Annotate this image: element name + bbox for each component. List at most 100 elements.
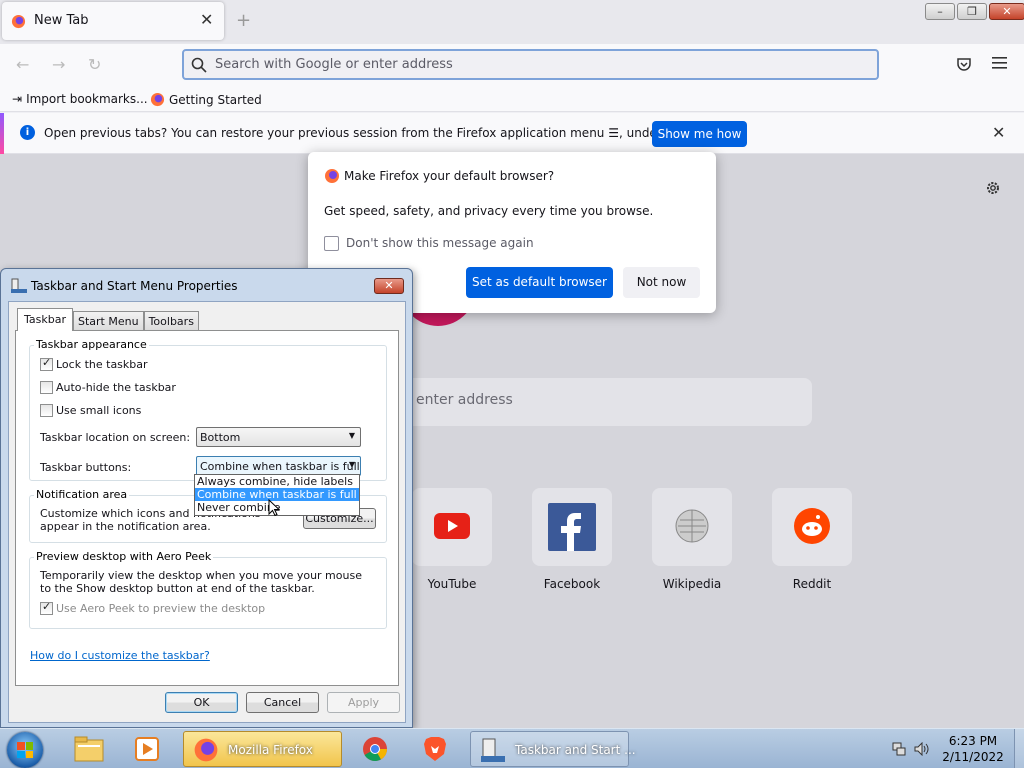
- aero-peek-group: Preview desktop with Aero Peek Temporari…: [29, 550, 387, 629]
- bookmarks-toolbar: ⇥ Import bookmarks... Getting Started: [0, 86, 1024, 112]
- window-controls: – ❐ ✕: [925, 3, 1024, 20]
- close-window-button[interactable]: ✕: [989, 3, 1024, 20]
- help-link[interactable]: How do I customize the taskbar?: [30, 649, 210, 662]
- group-legend: Taskbar appearance: [34, 338, 149, 351]
- minimize-button[interactable]: –: [925, 3, 955, 20]
- taskbar-chrome[interactable]: [348, 731, 404, 767]
- top-site-wikipedia[interactable]: Wikipedia: [652, 488, 732, 591]
- bookmark-label: Getting Started: [169, 92, 262, 107]
- select-value: Bottom: [200, 431, 241, 444]
- chrome-icon: [363, 737, 387, 762]
- firefox-favicon-icon: [11, 14, 26, 29]
- not-now-button[interactable]: Not now: [623, 267, 700, 298]
- infobar-close-icon[interactable]: ✕: [992, 125, 1005, 141]
- infobar-message: Open previous tabs? You can restore your…: [44, 126, 711, 140]
- restore-session-infobar: i Open previous tabs? You can restore yo…: [0, 113, 1024, 154]
- new-tab-plus-icon[interactable]: +: [236, 12, 251, 30]
- aero-peek-text: Temporarily view the desktop when you mo…: [40, 569, 362, 595]
- close-icon: ✕: [384, 279, 394, 292]
- taskbar-brave[interactable]: [408, 731, 464, 767]
- tab-new-tab[interactable]: New Tab ✕: [2, 2, 224, 40]
- buttons-select[interactable]: Combine when taskbar is full ▼: [196, 456, 361, 476]
- location-select[interactable]: Bottom ▼: [196, 427, 361, 447]
- ok-button[interactable]: OK: [165, 692, 238, 713]
- search-icon: [191, 57, 207, 73]
- wikipedia-globe-icon: [675, 509, 709, 543]
- reddit-icon: [794, 508, 830, 544]
- checkbox-box: [40, 356, 53, 371]
- checkbox-label: Use Aero Peek to preview the desktop: [56, 602, 266, 615]
- cancel-button[interactable]: Cancel: [246, 692, 319, 713]
- buttons-label: Taskbar buttons:: [40, 461, 132, 474]
- minimize-icon: –: [937, 5, 943, 18]
- tab-close-icon[interactable]: ✕: [200, 12, 213, 28]
- close-button[interactable]: ✕: [374, 278, 404, 294]
- chevron-down-icon: ▼: [348, 431, 355, 440]
- tab-taskbar[interactable]: Taskbar: [17, 308, 73, 331]
- content-search-placeholder: enter address: [416, 392, 513, 408]
- facebook-icon: [548, 503, 596, 551]
- top-site-label: Wikipedia: [662, 577, 722, 591]
- checkbox-label: Lock the taskbar: [56, 358, 148, 371]
- address-bar[interactable]: Search with Google or enter address: [182, 49, 879, 80]
- taskbar-properties-icon: [481, 738, 505, 762]
- top-site-reddit[interactable]: Reddit: [772, 488, 852, 591]
- firefox-logo-icon: [325, 169, 339, 183]
- bookmark-import[interactable]: ⇥ Import bookmarks...: [12, 92, 148, 106]
- taskbar-media-player[interactable]: [120, 731, 176, 767]
- dont-show-label: Don't show this message again: [346, 236, 534, 250]
- start-button[interactable]: [7, 732, 43, 768]
- checkbox-box: [40, 404, 53, 417]
- back-arrow-icon[interactable]: ←: [16, 57, 29, 73]
- lock-taskbar-checkbox[interactable]: Lock the taskbar: [40, 356, 148, 371]
- aero-peek-checkbox: Use Aero Peek to preview the desktop: [40, 600, 266, 615]
- firefox-icon: [150, 92, 165, 107]
- facebook-tile: [532, 488, 612, 566]
- restore-icon: ❐: [967, 5, 977, 18]
- restore-button[interactable]: ❐: [957, 3, 987, 20]
- clock-time: 6:23 PM: [948, 734, 998, 748]
- small-icons-checkbox[interactable]: Use small icons: [40, 404, 141, 417]
- tab-strip: Taskbar Start Menu Toolbars: [17, 308, 199, 331]
- top-site-label: Facebook: [543, 577, 601, 591]
- gear-icon[interactable]: [985, 180, 1001, 196]
- pocket-icon[interactable]: [956, 56, 972, 72]
- folder-icon: [74, 736, 104, 762]
- taskbar-firefox-window[interactable]: Mozilla Firefox: [183, 731, 342, 767]
- info-icon: i: [20, 125, 35, 140]
- set-default-browser-button[interactable]: Set as default browser: [466, 267, 613, 298]
- taskbar-appearance-group: Taskbar appearance Lock the taskbar Auto…: [29, 338, 387, 481]
- bookmark-label: Import bookmarks...: [26, 92, 148, 106]
- dialog-title: Taskbar and Start Menu Properties: [31, 279, 238, 293]
- top-site-youtube[interactable]: YouTube: [412, 488, 492, 591]
- show-me-how-button[interactable]: Show me how: [652, 121, 747, 147]
- tab-toolbars[interactable]: Toolbars: [143, 311, 199, 330]
- clock[interactable]: 6:23 PM 2/11/2022: [940, 733, 1006, 765]
- dialog-titlebar[interactable]: Taskbar and Start Menu Properties ✕: [1, 269, 412, 303]
- auto-hide-checkbox[interactable]: Auto-hide the taskbar: [40, 381, 176, 394]
- top-site-facebook[interactable]: Facebook: [532, 488, 612, 591]
- chevron-down-icon: ▼: [348, 460, 355, 469]
- reload-icon[interactable]: ↻: [88, 57, 101, 73]
- tab-start-menu[interactable]: Start Menu: [73, 311, 144, 330]
- volume-icon[interactable]: [914, 742, 930, 756]
- media-player-icon: [135, 737, 159, 761]
- clock-date: 2/11/2022: [942, 750, 1004, 764]
- network-icon[interactable]: [892, 742, 906, 756]
- top-site-label: Reddit: [792, 577, 832, 591]
- forward-arrow-icon[interactable]: →: [52, 57, 65, 73]
- checkbox-box: [40, 381, 53, 394]
- menu-icon[interactable]: [992, 57, 1007, 69]
- content-search-box[interactable]: enter address: [400, 378, 812, 426]
- tab-title: New Tab: [34, 13, 89, 28]
- address-bar-placeholder: Search with Google or enter address: [215, 57, 453, 72]
- top-site-label: YouTube: [427, 577, 477, 591]
- dont-show-checkbox[interactable]: [324, 236, 339, 251]
- windows-taskbar: Mozilla Firefox Taskbar and Start ... 6:…: [0, 728, 1024, 768]
- show-desktop-button[interactable]: [1014, 729, 1024, 768]
- location-label: Taskbar location on screen:: [40, 431, 191, 444]
- taskbar-properties-window[interactable]: Taskbar and Start ...: [470, 731, 636, 767]
- taskbar-explorer[interactable]: [62, 731, 118, 767]
- bookmark-getting-started[interactable]: Getting Started: [150, 92, 262, 107]
- dropdown-option[interactable]: Always combine, hide labels: [195, 475, 359, 488]
